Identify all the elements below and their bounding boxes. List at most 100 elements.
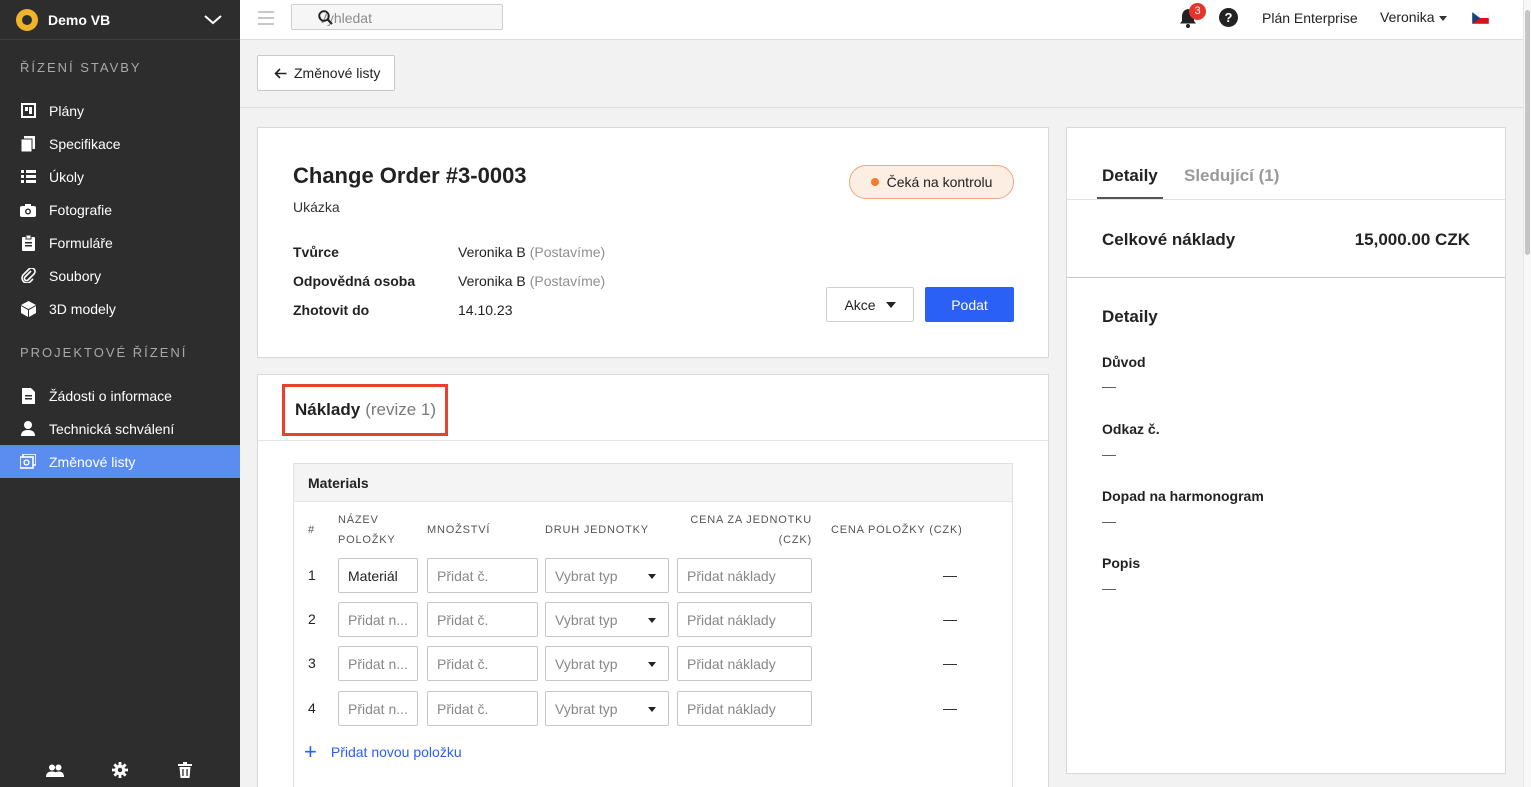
forms-icon [20,234,36,251]
section-project-management: PROJEKTOVÉ ŘÍZENÍ [20,344,188,360]
search-icon[interactable] [318,10,488,28]
scrollbar[interactable] [1523,0,1531,787]
workspace-switcher[interactable]: Demo VB [0,0,240,40]
item-name-input[interactable]: Přidat n... [338,602,418,637]
unit-price-input[interactable]: Přidat náklady [677,602,812,637]
add-item-link[interactable]: + Přidat novou položku [304,739,462,764]
materials-group-title: Materials [294,464,1012,502]
quantity-input[interactable]: Přidat č. [427,691,538,726]
sidebar-item-label: Plány [49,102,85,119]
total-cost-value: 15,000.00 CZK [1354,230,1470,249]
back-bar: Změnové listy [240,40,1523,108]
item-name-input[interactable]: Přidat n... [338,646,418,681]
unit-type-select[interactable]: Vybrat typ [545,558,669,593]
meta-label: Tvůrce [293,244,339,260]
status-badge: Čeká na kontrolu [849,165,1014,199]
sidebar-item-rfi[interactable]: Žádosti o informace [0,379,240,412]
czech-flag-icon[interactable] [1471,11,1490,25]
details-tabs: Detaily Sledující (1) [1067,128,1505,200]
sidebar-item-change-orders[interactable]: Změnové listy [0,445,240,478]
hamburger-menu-icon[interactable] [258,11,274,25]
back-button-label: Změnové listy [294,65,381,81]
item-name-input[interactable]: Materiál [338,558,418,593]
plus-icon: + [304,739,317,764]
add-item-label: Přidat novou položku [330,744,462,760]
quantity-input[interactable]: Přidat č. [427,558,538,593]
detail-reference-label: Odkaz č. [1102,421,1160,437]
camera-icon [20,202,36,218]
meta-value: 14.10.23 [458,302,513,318]
sidebar-item-plans[interactable]: Plány [0,94,240,127]
col-header-item-price: CENA POLOŽKY (CZK) [831,524,963,536]
user-menu[interactable]: Veronika [1380,9,1448,25]
person-icon [20,421,36,437]
costs-title-label: Náklady [295,400,361,419]
quantity-input[interactable]: Přidat č. [427,602,538,637]
caret-down-icon [648,707,656,712]
page-title: Change Order #3-0003 [293,163,527,188]
sidebar-item-label: Fotografie [49,201,113,218]
unit-price-input[interactable]: Přidat náklady [677,558,812,593]
sidebar-item-3d-models[interactable]: 3D modely [0,292,240,325]
actions-label: Akce [844,296,876,313]
cube-icon [20,300,36,317]
meta-value: Veronika B [458,273,526,289]
costs-revision: (revize 1) [365,400,437,419]
item-name-input[interactable]: Přidat n... [338,691,418,726]
caret-down-icon [648,662,656,667]
sidebar-item-label: Změnové listy [49,453,136,470]
sidebar: Demo VB ŘÍZENÍ STAVBY Plány Specifikace … [0,0,240,787]
row-index: 4 [308,700,316,716]
sidebar-item-label: Technická schválení [49,420,175,437]
unit-type-placeholder: Vybrat typ [555,611,618,628]
unit-type-select[interactable]: Vybrat typ [545,602,669,637]
unit-price-input[interactable]: Přidat náklady [677,646,812,681]
workspace-name: Demo VB [48,11,111,28]
status-label: Čeká na kontrolu [886,174,993,190]
item-total-value: — [943,611,957,627]
help-icon[interactable]: ? [1219,8,1238,27]
meta-value: Veronika B [458,244,526,260]
quantity-input[interactable]: Přidat č. [427,646,538,681]
users-icon[interactable] [45,761,64,779]
sidebar-item-photos[interactable]: Fotografie [0,193,240,226]
col-header-index: # [308,524,315,536]
costs-title: Náklady (revize 1) [282,384,448,436]
sidebar-item-forms[interactable]: Formuláře [0,226,240,259]
back-button[interactable]: Změnové listy [257,55,395,91]
gear-icon[interactable] [111,761,129,779]
actions-dropdown[interactable]: Akce [826,287,914,322]
caret-down-icon [648,574,656,579]
scrollbar-thumb[interactable] [1525,10,1530,255]
change-order-header-card: Change Order #3-0003 Ukázka Čeká na kont… [257,127,1049,358]
caret-down-icon [648,618,656,623]
sidebar-item-specs[interactable]: Specifikace [0,127,240,160]
meta-due-date: Zhotovit do 14.10.23 [293,302,513,322]
unit-type-placeholder: Vybrat typ [555,655,618,672]
sidebar-item-label: 3D modely [49,300,116,317]
tab-details[interactable]: Detaily [1097,166,1163,199]
details-section-title: Detaily [1102,307,1158,326]
costs-header: Náklady (revize 1) [258,375,1048,441]
meta-label: Zhotovit do [293,302,370,318]
submit-button[interactable]: Podat [925,287,1014,322]
sidebar-item-tasks[interactable]: Úkoly [0,160,240,193]
sidebar-item-label: Úkoly [49,168,85,185]
sidebar-item-label: Žádosti o informace [49,387,172,404]
tab-followers[interactable]: Sledující (1) [1184,166,1279,186]
meta-label: Odpovědná osoba [293,273,416,289]
plan-label[interactable]: Plán Enterprise [1262,10,1358,26]
trash-icon[interactable] [176,761,194,779]
chevron-down-icon[interactable] [202,9,224,31]
search-input[interactable]: Vyhledat [291,4,503,30]
unit-type-select[interactable]: Vybrat typ [545,691,669,726]
sidebar-item-label: Specifikace [49,135,121,152]
sidebar-item-files[interactable]: Soubory [0,259,240,292]
arrow-left-icon [274,67,287,79]
col-header-name: NÁZEV POLOŽKY [338,514,396,546]
unit-price-input[interactable]: Přidat náklady [677,691,812,726]
col-header-unit: DRUH JEDNOTKY [545,524,649,536]
sidebar-item-submittals[interactable]: Technická schválení [0,412,240,445]
unit-type-select[interactable]: Vybrat typ [545,646,669,681]
item-total-value: — [943,700,957,716]
